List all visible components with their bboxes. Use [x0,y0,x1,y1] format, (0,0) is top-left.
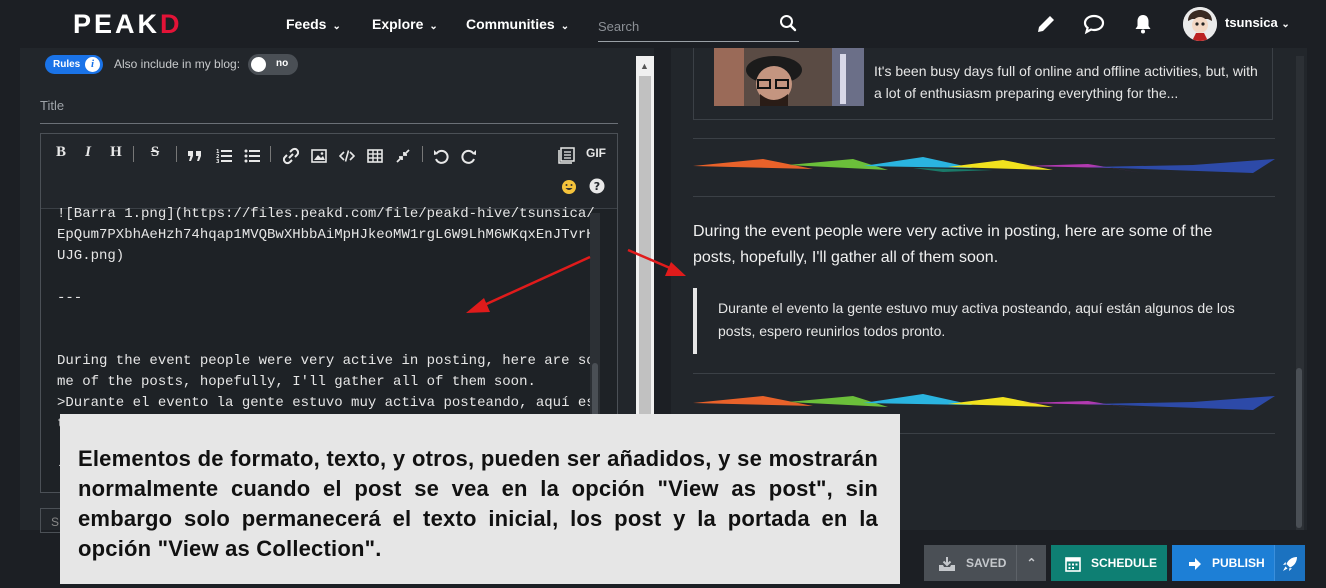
scroll-up-icon[interactable]: ▲ [640,61,649,71]
save-tray-icon [939,556,955,571]
calendar-icon [1065,557,1081,572]
info-icon: i [85,57,100,72]
caption-text: Elementos de formato, texto, y otros, pu… [78,446,878,561]
search-icon[interactable] [779,14,797,32]
top-navbar: PEAKD Feeds⌄ Explore⌄ Communities⌄ tsuns… [0,0,1326,48]
nav-explore[interactable]: Explore ⌄ [372,16,438,32]
divider [693,196,1275,197]
pencil-icon[interactable] [1035,13,1057,35]
italic-button[interactable]: I [81,144,95,164]
peakd-logo[interactable]: PEAKD [73,9,183,40]
saved-button[interactable]: SAVED [924,545,1016,581]
avatar-image [1183,7,1217,41]
blockquote-text: Durante el evento la gente estuvo muy ac… [718,300,1235,339]
chevron-down-icon: ⌄ [560,21,570,32]
heading-button[interactable]: H [107,144,125,164]
table-icon[interactable] [367,146,383,166]
chevron-down-icon: ⌄ [429,21,438,32]
chevron-down-icon: ⌄ [1281,19,1290,30]
ordered-list-icon[interactable]: 1 2 3 [216,146,232,166]
nav-communities[interactable]: Communities ⌄ [466,16,569,32]
rules-button[interactable]: Rules i [45,55,103,74]
include-in-blog-toggle[interactable]: no [248,54,298,75]
chevron-down-icon: ⌄ [332,21,341,32]
search-input[interactable] [598,16,773,36]
post-thumbnail[interactable] [714,48,864,106]
rainbow-divider-image [693,157,1275,173]
username[interactable]: tsunsica ⌄ [1225,15,1290,30]
svg-text:?: ? [594,180,600,193]
publish-button[interactable]: PUBLISH [1172,545,1274,581]
thumbnail-image [714,48,864,106]
divider [693,373,1275,374]
redo-icon[interactable] [461,146,477,166]
code-icon[interactable] [339,146,355,166]
gif-button[interactable]: GIF [584,146,608,166]
arrow-right-icon [1189,557,1201,570]
post-excerpt: It's been busy days full of online and o… [874,63,1258,101]
quick-publish-button[interactable] [1274,545,1305,581]
preview-paragraph: During the event people were very active… [693,223,1213,266]
divider [693,138,1275,139]
include-in-blog-label: Also include in my blog: [114,57,241,71]
rainbow-divider-image [693,394,1275,410]
unordered-list-icon[interactable] [244,146,260,166]
image-icon[interactable] [311,146,327,166]
preview-scrollbar[interactable] [1296,56,1304,530]
strikethrough-button[interactable]: S [147,144,163,164]
nav-feeds[interactable]: Feeds ⌄ [286,16,341,32]
title-field[interactable]: Title [40,98,64,113]
avatar[interactable] [1183,7,1217,41]
saved-options-button[interactable]: ⌃ [1016,545,1046,581]
quote-icon[interactable] [187,146,203,166]
bold-button[interactable]: B [53,144,69,164]
bell-icon[interactable] [1132,13,1154,35]
preview-blockquote: Durante el evento la gente estuvo muy ac… [693,288,1253,354]
rocket-icon [1283,556,1297,571]
annotation-caption: Elementos de formato, texto, y otros, pu… [60,414,900,584]
summary-field[interactable]: S [40,508,60,533]
link-icon[interactable] [283,146,299,166]
help-icon[interactable]: ? [589,178,605,194]
editor-toolbar: B I H S 1 2 3 GIF ? [41,134,617,209]
emoji-icon[interactable] [561,179,577,195]
svg-text:3: 3 [216,159,220,165]
schedule-button[interactable]: SCHEDULE [1051,545,1167,581]
collapse-icon[interactable] [395,146,411,166]
snippets-icon[interactable] [558,145,576,165]
chat-icon[interactable] [1083,13,1105,35]
search-box [598,10,799,42]
undo-icon[interactable] [433,146,449,166]
toggle-knob [251,57,266,72]
chevron-up-icon: ⌃ [1026,556,1037,570]
toggle-label: no [276,58,289,69]
title-underline [40,123,618,124]
